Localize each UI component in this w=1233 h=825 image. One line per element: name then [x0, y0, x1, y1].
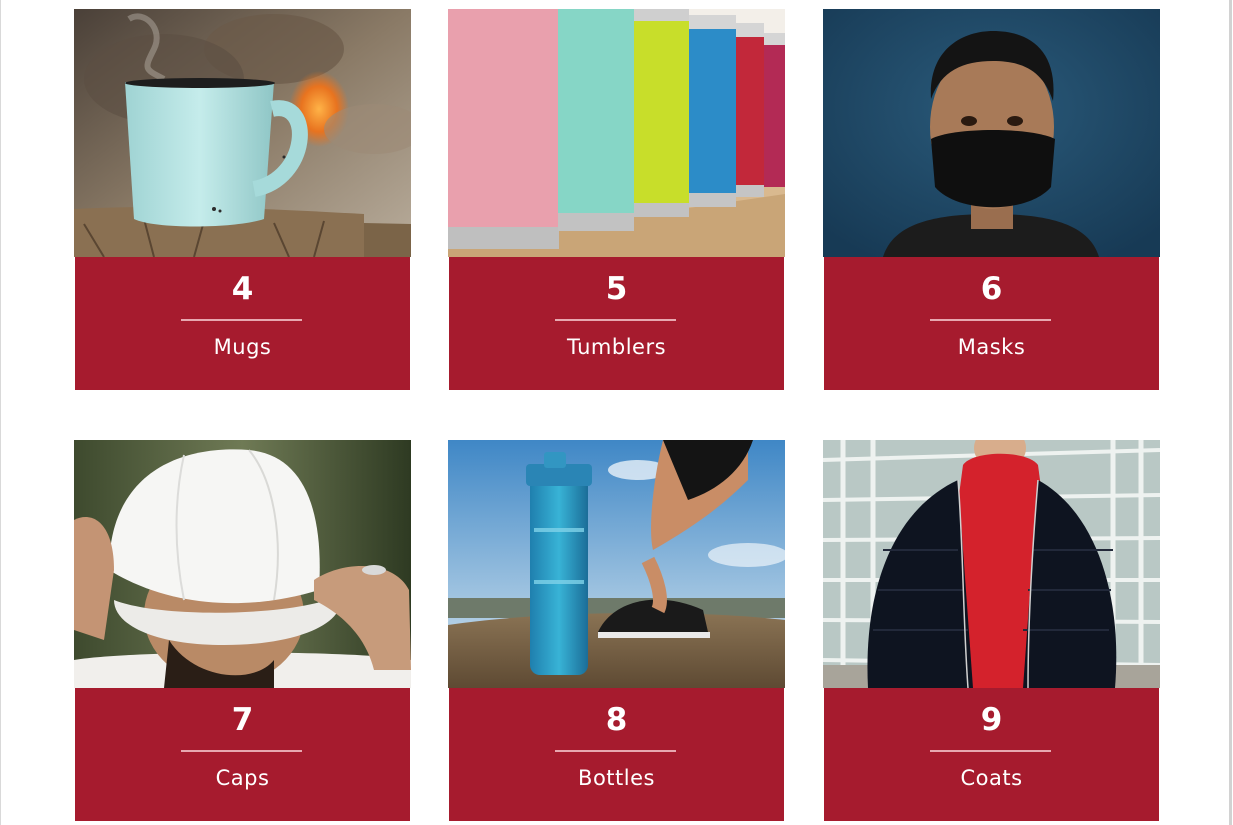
- product-name: Tumblers: [566, 335, 667, 359]
- product-label-panel: 8 Bottles: [449, 688, 784, 821]
- mug-photo: [74, 9, 411, 257]
- label-divider: [555, 319, 676, 321]
- product-label-panel: 4 Mugs: [75, 257, 410, 390]
- label-divider: [555, 750, 676, 752]
- product-number: 8: [605, 702, 628, 738]
- product-name: Masks: [957, 335, 1026, 359]
- bottle-photo: [448, 440, 785, 688]
- product-number: 4: [231, 271, 254, 307]
- product-number: 5: [605, 271, 628, 307]
- cap-photo: [74, 440, 411, 688]
- product-label-panel: 6 Masks: [824, 257, 1159, 390]
- product-name: Bottles: [578, 766, 655, 790]
- tumblers-photo: [448, 9, 785, 257]
- product-number: 9: [980, 702, 1003, 738]
- label-divider: [181, 750, 302, 752]
- label-divider: [930, 319, 1051, 321]
- coat-photo: [823, 440, 1160, 688]
- label-divider: [181, 319, 302, 321]
- product-name: Mugs: [213, 335, 272, 359]
- product-label-panel: 9 Coats: [824, 688, 1159, 821]
- product-name: Coats: [960, 766, 1023, 790]
- product-number: 7: [231, 702, 254, 738]
- mask-photo: [823, 9, 1160, 257]
- product-label-panel: 7 Caps: [75, 688, 410, 821]
- page-left-edge: [0, 0, 1, 825]
- page-scrollbar-edge: [1229, 0, 1232, 825]
- product-label-panel: 5 Tumblers: [449, 257, 784, 390]
- product-number: 6: [980, 271, 1003, 307]
- label-divider: [930, 750, 1051, 752]
- product-name: Caps: [215, 766, 270, 790]
